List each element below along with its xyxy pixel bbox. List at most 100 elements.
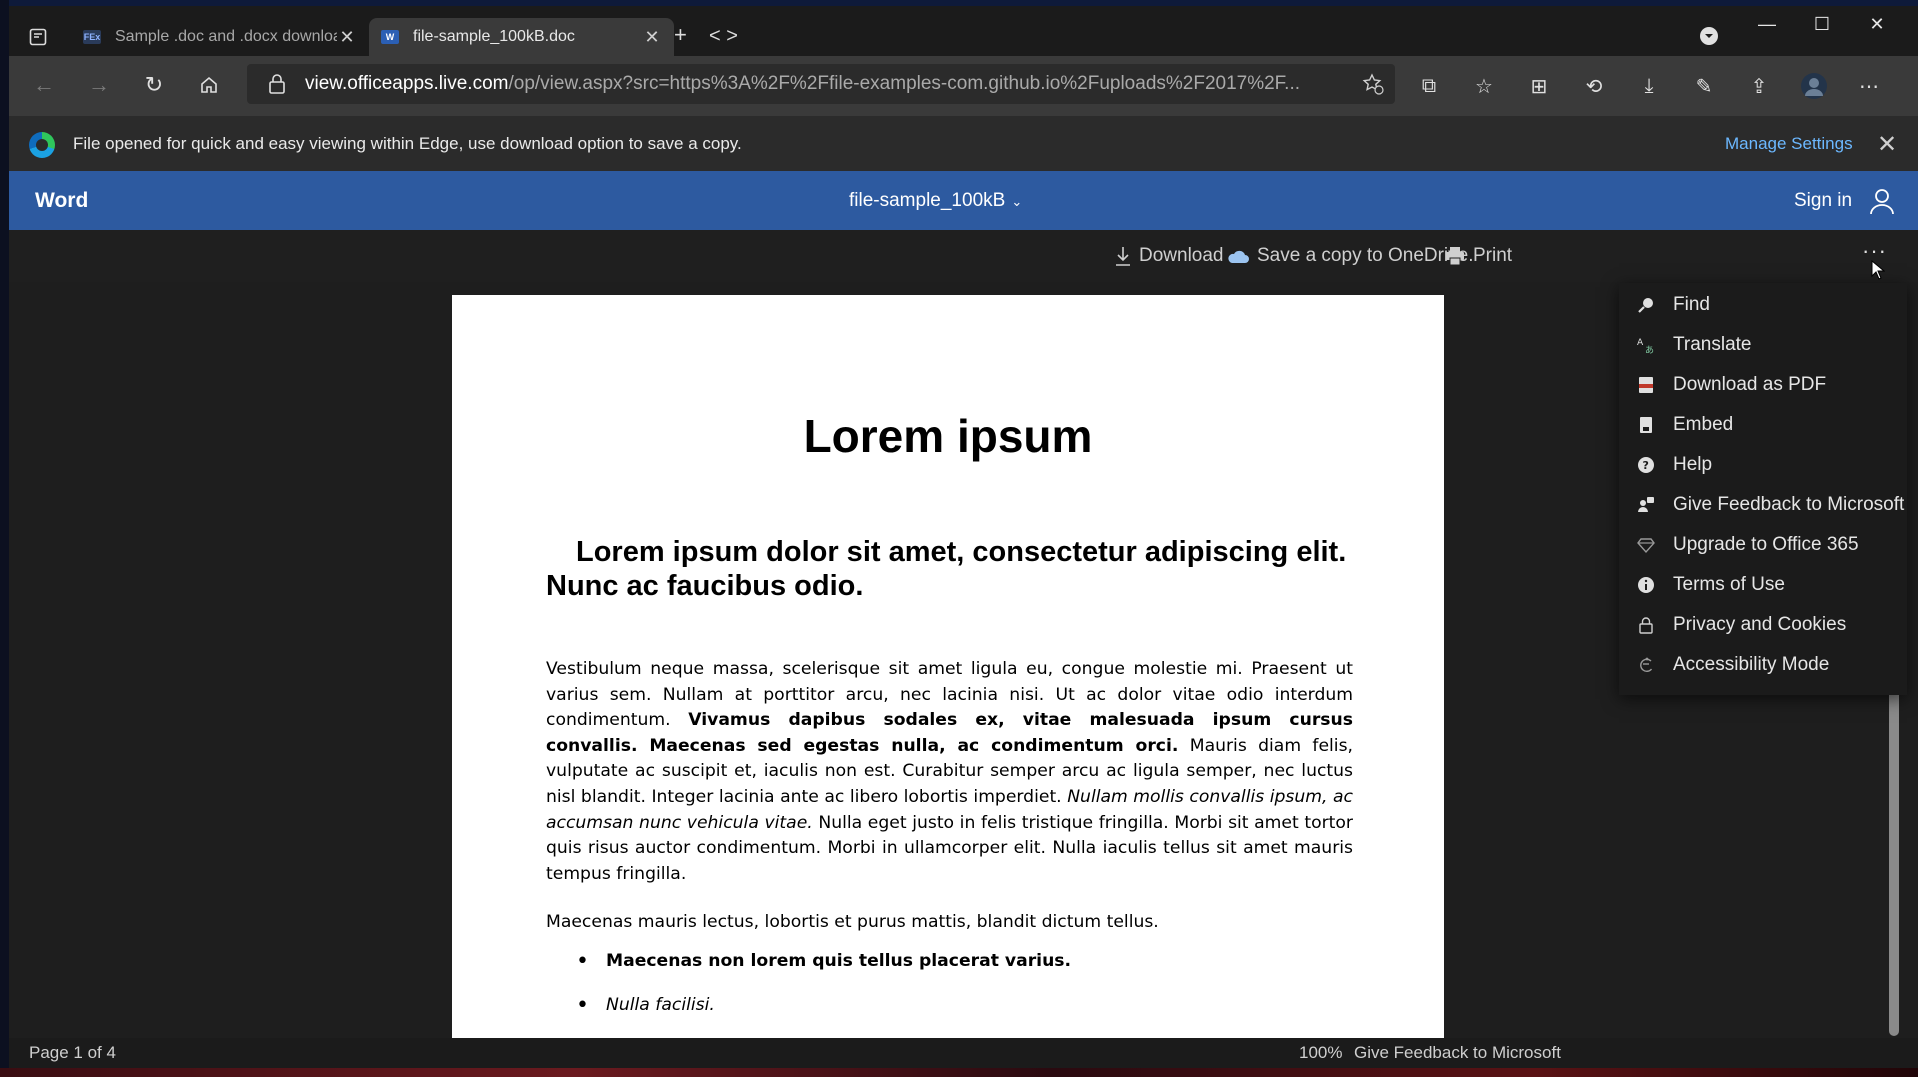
- menu-item-accessibility[interactable]: Accessibility Mode: [1619, 645, 1907, 685]
- fex-favicon-icon: FEx: [83, 30, 101, 44]
- list-item: Nulla facilisi.: [546, 993, 1353, 1038]
- history-icon[interactable]: ⟲: [1580, 72, 1608, 100]
- svg-text:あ: あ: [1645, 345, 1654, 354]
- user-icon[interactable]: [1867, 186, 1897, 216]
- info-icon: [1635, 574, 1657, 596]
- refresh-icon[interactable]: ↻: [139, 70, 169, 100]
- close-window-icon[interactable]: ✕: [1857, 14, 1897, 35]
- command-bar: Download Save a copy to OneDrive. Print …: [9, 230, 1918, 282]
- save-copy-button[interactable]: Save a copy to OneDrive.: [1227, 230, 1474, 282]
- printer-icon: [1446, 247, 1464, 265]
- menu-item-feedback[interactable]: Give Feedback to Microsoft: [1619, 485, 1907, 525]
- desktop-background-left: [0, 0, 9, 1077]
- downloads-icon[interactable]: ⤓: [1635, 72, 1663, 100]
- tab-actions-icon[interactable]: [27, 26, 49, 48]
- tab-bar: FEx Sample .doc and .docx download ✕ W f…: [9, 6, 1918, 56]
- menu-item-label: Upgrade to Office 365: [1673, 534, 1859, 555]
- menu-item-terms[interactable]: Terms of Use: [1619, 565, 1907, 605]
- mouse-cursor-icon: [1871, 260, 1885, 280]
- add-favorite-icon[interactable]: [1361, 72, 1385, 96]
- menu-item-help[interactable]: ? Help: [1619, 445, 1907, 485]
- lock-icon: [1635, 614, 1657, 636]
- collections-icon[interactable]: ⊞: [1525, 72, 1553, 100]
- download-button[interactable]: Download: [1115, 230, 1224, 282]
- document-name-dropdown[interactable]: file-sample_100kB ⌄: [849, 171, 1022, 231]
- menu-item-label: Give Feedback to Microsoft: [1673, 494, 1905, 515]
- accessibility-icon: [1635, 654, 1657, 676]
- share-icon[interactable]: ⇪: [1745, 72, 1773, 100]
- help-icon: ?: [1635, 454, 1657, 476]
- more-options-icon[interactable]: ⋯: [1855, 72, 1883, 100]
- tab-title: file-sample_100kB.doc: [413, 28, 575, 45]
- menu-item-label: Find: [1673, 294, 1710, 315]
- url-text: view.officeapps.live.com/op/view.aspx?sr…: [305, 73, 1301, 94]
- tab-sample-doc[interactable]: FEx Sample .doc and .docx download ✕: [71, 18, 369, 56]
- home-icon[interactable]: [194, 70, 224, 100]
- new-tab-icon[interactable]: +: [674, 24, 687, 46]
- maximize-icon[interactable]: ☐: [1802, 14, 1842, 35]
- browser-window: FEx Sample .doc and .docx download ✕ W f…: [9, 6, 1918, 1068]
- extensions-icon[interactable]: ⧉: [1415, 72, 1443, 100]
- manage-settings-link[interactable]: Manage Settings: [1725, 116, 1853, 171]
- info-message: File opened for quick and easy viewing w…: [73, 134, 742, 153]
- menu-item-embed[interactable]: Embed: [1619, 405, 1907, 445]
- cloud-icon: [1228, 250, 1249, 263]
- zoom-level[interactable]: 100%: [1299, 1038, 1342, 1068]
- menu-item-upgrade[interactable]: Upgrade to Office 365: [1619, 525, 1907, 565]
- performance-icon[interactable]: ✎: [1690, 72, 1718, 100]
- url-field[interactable]: view.officeapps.live.com/op/view.aspx?sr…: [247, 64, 1395, 104]
- document-title: Lorem ipsum: [803, 410, 1093, 462]
- menu-item-privacy[interactable]: Privacy and Cookies: [1619, 605, 1907, 645]
- edge-info-bar: File opened for quick and easy viewing w…: [9, 116, 1918, 171]
- back-icon[interactable]: ←: [29, 70, 59, 100]
- menu-item-label: Download as PDF: [1673, 374, 1827, 395]
- bullet-list: Maecenas non lorem quis tellus placerat …: [546, 949, 1353, 1038]
- profile-avatar[interactable]: [1800, 72, 1828, 100]
- chevron-down-icon: ⌄: [1011, 194, 1023, 209]
- download-label: Download: [1139, 245, 1224, 266]
- print-button[interactable]: Print: [1445, 230, 1512, 282]
- minimize-icon[interactable]: —: [1747, 14, 1787, 35]
- menu-item-label: Accessibility Mode: [1673, 654, 1830, 675]
- menu-item-label: Terms of Use: [1673, 574, 1785, 595]
- page-indicator: Page 1 of 4: [29, 1043, 116, 1062]
- embed-icon: [1635, 414, 1657, 436]
- profile-dropdown-icon[interactable]: [1699, 26, 1719, 50]
- diamond-icon: [1635, 534, 1657, 556]
- menu-item-label: Translate: [1673, 334, 1752, 355]
- desktop-background-bottom: [0, 1068, 1918, 1077]
- svg-text:?: ?: [1643, 459, 1649, 472]
- feedback-icon: [1635, 494, 1657, 516]
- tab-title: Sample .doc and .docx download: [115, 28, 337, 45]
- forward-icon[interactable]: →: [84, 70, 114, 100]
- close-infobar-icon[interactable]: ✕: [1877, 130, 1897, 159]
- feedback-link[interactable]: Give Feedback to Microsoft: [1354, 1038, 1561, 1068]
- status-bar: Page 1 of 4 100% Give Feedback to Micros…: [9, 1038, 1918, 1068]
- list-item: Maecenas non lorem quis tellus placerat …: [546, 949, 1353, 995]
- sign-in-link[interactable]: Sign in: [1794, 171, 1852, 230]
- more-options-menu: Find Aあ Translate Download as PDF Embed …: [1619, 283, 1907, 695]
- tab-close-icon[interactable]: ✕: [642, 27, 662, 48]
- document-page: Lorem ipsum Lorem ipsum dolor sit amet, …: [452, 295, 1444, 1038]
- word-favicon-icon: W: [381, 30, 399, 44]
- document-name: file-sample_100kB: [849, 190, 1006, 211]
- tab-close-icon[interactable]: ✕: [337, 27, 357, 48]
- translate-icon: Aあ: [1635, 334, 1657, 356]
- tab-file-sample[interactable]: W file-sample_100kB.doc ✕: [369, 18, 674, 56]
- pdf-icon: [1635, 374, 1657, 396]
- download-icon: [1116, 247, 1130, 266]
- menu-item-download-pdf[interactable]: Download as PDF: [1619, 365, 1907, 405]
- favorites-icon[interactable]: ☆: [1470, 72, 1498, 100]
- menu-item-translate[interactable]: Aあ Translate: [1619, 325, 1907, 365]
- menu-item-find[interactable]: Find: [1619, 285, 1907, 325]
- document-heading: Lorem ipsum dolor sit amet, consectetur …: [546, 536, 1347, 602]
- lock-icon[interactable]: [267, 73, 287, 95]
- body-paragraph-2: Maecenas mauris lectus, lobortis et puru…: [546, 912, 1159, 932]
- svg-text:A: A: [1637, 338, 1644, 348]
- save-copy-label: Save a copy to OneDrive.: [1257, 245, 1474, 266]
- print-label: Print: [1473, 245, 1513, 266]
- code-brackets-icon[interactable]: < >: [709, 26, 738, 46]
- app-name[interactable]: Word: [35, 171, 88, 230]
- menu-item-label: Help: [1673, 454, 1713, 475]
- address-bar: ← → ↻ view.officeapps.live.com/op/view.a…: [9, 56, 1918, 116]
